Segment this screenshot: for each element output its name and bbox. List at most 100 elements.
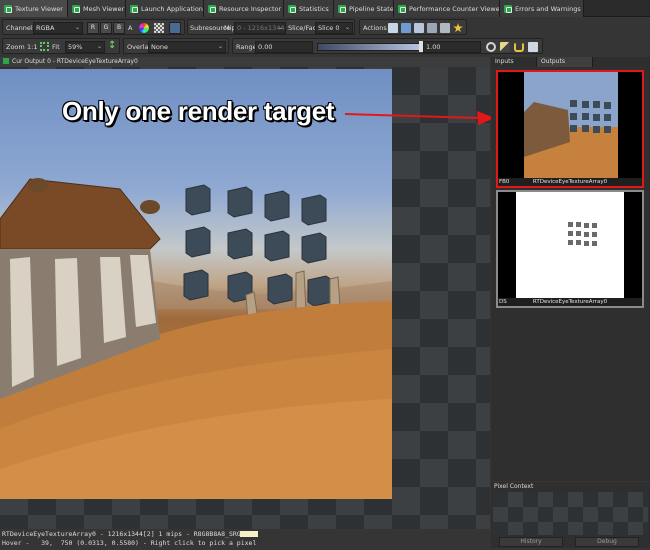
texture-viewer-icon <box>4 4 12 13</box>
thumbnail-image <box>498 192 642 298</box>
chevron-down-icon: ⌄ <box>277 24 283 31</box>
picked-color-swatch <box>240 531 258 537</box>
pixel-context-panel: Pixel Context History Debug <box>491 482 650 548</box>
mesh-viewer-icon <box>72 4 80 13</box>
range-group: Range 0.00 1.00 <box>232 38 543 54</box>
channel-g-toggle[interactable]: G <box>100 22 112 34</box>
tab-launch-application[interactable]: Launch Application × <box>126 0 204 17</box>
output-title: Cur Output 0 - RTDeviceEyeTextureArray0 <box>12 58 138 65</box>
tab-resource-inspector[interactable]: Resource Inspector × <box>204 0 284 17</box>
zoom-group: Zoom 1:1 Fit 59% ⌄ ↕ <box>2 38 120 54</box>
tab-label: Resource Inspector <box>219 4 282 13</box>
fit-label[interactable]: Fit <box>52 43 60 51</box>
flip-vertical-icon[interactable]: ↕ <box>108 40 116 51</box>
tab-outputs[interactable]: Outputs <box>537 57 593 67</box>
annotation-arrow <box>344 111 495 125</box>
pixel-context-view[interactable] <box>493 492 648 535</box>
zoom-exact-icon[interactable] <box>388 23 398 33</box>
tab-label: Pipeline State <box>349 4 394 13</box>
tab-label: Texture Viewer <box>15 4 63 13</box>
histogram-icon[interactable] <box>528 42 538 52</box>
fit-icon[interactable] <box>40 42 49 51</box>
tab-label: Errors and Warnings <box>515 4 581 13</box>
zoom-toolbar: Zoom 1:1 Fit 59% ⌄ ↕ Overlay None ⌄ Range … <box>0 37 650 55</box>
render-target-preview[interactable] <box>0 69 392 499</box>
link-icon[interactable] <box>440 23 450 33</box>
io-tabs: Inputs Outputs <box>491 57 650 67</box>
launch-application-icon <box>130 4 138 13</box>
reset-range-icon[interactable] <box>514 42 524 52</box>
range-histogram-slider[interactable] <box>317 43 423 51</box>
tab-mesh-viewer[interactable]: Mesh Viewer × <box>68 0 126 17</box>
document-tab-bar: Texture Viewer × Mesh Viewer × Launch Ap… <box>0 0 650 17</box>
range-max-input[interactable]: 1.00 <box>423 41 481 53</box>
range-max-value: 1.00 <box>426 43 441 51</box>
channels-select[interactable]: RGBA ⌄ <box>33 22 83 34</box>
ds-preview-image <box>498 192 642 298</box>
zoom-select[interactable]: 59% ⌄ <box>65 41 105 53</box>
errors-warnings-icon <box>504 4 512 13</box>
overlay-group: Overlay None ⌄ <box>123 38 229 54</box>
debug-button[interactable]: Debug <box>575 537 639 547</box>
chevron-down-icon: ⌄ <box>217 43 223 50</box>
texture-viewport[interactable] <box>0 67 490 529</box>
actions-label: Actions <box>363 24 387 32</box>
chevron-down-icon: ⌄ <box>344 24 350 31</box>
binoculars-icon[interactable] <box>427 23 437 33</box>
tab-errors-and-warnings[interactable]: Errors and Warnings × <box>500 0 584 17</box>
slice-select[interactable]: Slice 0 ⌄ <box>315 22 353 34</box>
thumbnail-ds[interactable]: DS RTDeviceEyeTextureArray0 <box>496 190 644 308</box>
output-icon <box>3 58 9 64</box>
tab-label: Launch Application <box>141 4 203 13</box>
zoom-label: Zoom <box>6 43 25 51</box>
hover-info-text: Hover - 39, 750 (0.0313, 0.5580) - Right… <box>2 539 257 547</box>
backcolor-icon[interactable] <box>169 22 181 34</box>
copy-icon[interactable] <box>414 23 424 33</box>
actions-group: Actions <box>359 19 467 35</box>
zoom-1to1-button[interactable]: 1:1 <box>27 43 37 51</box>
range-min-value: 0.00 <box>258 43 273 51</box>
thumbnail-image <box>498 72 642 178</box>
pixel-context-label: Pixel Context <box>494 483 534 490</box>
tab-statistics[interactable]: Statistics × <box>284 0 334 17</box>
output-panel-header: Cur Output 0 - RTDeviceEyeTextureArray0 <box>0 57 490 67</box>
thumbnail-caption: FB0 RTDeviceEyeTextureArray0 <box>498 178 642 186</box>
thumbnail-fb0[interactable]: FB0 RTDeviceEyeTextureArray0 <box>496 70 644 188</box>
channel-a-toggle[interactable]: A <box>128 24 132 32</box>
color-wheel-icon[interactable] <box>139 23 149 33</box>
star-icon[interactable] <box>453 23 463 33</box>
chevron-down-icon: ⌄ <box>96 43 102 50</box>
output-thumbnails: FB0 RTDeviceEyeTextureArray0 DS RTDevice… <box>491 67 650 481</box>
channels-value: RGBA <box>36 24 55 32</box>
channels-group: Channels RGBA ⌄ R G B A <box>2 19 185 35</box>
statistics-icon <box>288 4 296 13</box>
auto-fit-icon[interactable] <box>500 42 510 52</box>
texture-info-text: RTDeviceEyeTextureArray0 - 1216x1344[2] … <box>2 530 245 538</box>
channel-b-toggle[interactable]: B <box>113 22 125 34</box>
overlay-select[interactable]: None ⌄ <box>148 41 226 53</box>
mip-select[interactable]: 0 - 1216x1344 ⌄ <box>234 22 286 34</box>
tab-inputs[interactable]: Inputs <box>491 57 537 67</box>
tab-performance-counter-viewer[interactable]: Performance Counter Viewer × <box>394 0 500 17</box>
tab-label: Performance Counter Viewer <box>409 4 500 13</box>
history-button[interactable]: History <box>499 537 563 547</box>
fb0-preview-image <box>498 72 642 178</box>
thumbnail-caption: DS RTDeviceEyeTextureArray0 <box>498 298 642 306</box>
channel-r-toggle[interactable]: R <box>87 22 99 34</box>
tab-texture-viewer[interactable]: Texture Viewer × <box>0 0 68 17</box>
pipeline-state-icon <box>338 4 346 13</box>
range-min-input[interactable]: 0.00 <box>255 41 313 53</box>
tab-label: Statistics <box>299 4 329 13</box>
thumbnail-name: RTDeviceEyeTextureArray0 <box>532 299 608 305</box>
channels-toolbar: Channels RGBA ⌄ R G B A Subresource Mip 0… <box>0 18 650 36</box>
annotation-text: Only one render target <box>62 96 335 126</box>
performance-counter-icon <box>398 4 406 13</box>
checkerboard-icon[interactable] <box>154 23 164 33</box>
scene-render-image <box>0 178 392 499</box>
tab-label: Mesh Viewer <box>83 4 125 13</box>
save-icon[interactable] <box>401 23 411 33</box>
zoom-range-icon[interactable] <box>486 42 496 52</box>
overlay-value: None <box>151 43 168 51</box>
subresource-group: Subresource Mip 0 - 1216x1344 ⌄ Slice/Fac… <box>187 19 355 35</box>
tab-pipeline-state[interactable]: Pipeline State × <box>334 0 394 17</box>
